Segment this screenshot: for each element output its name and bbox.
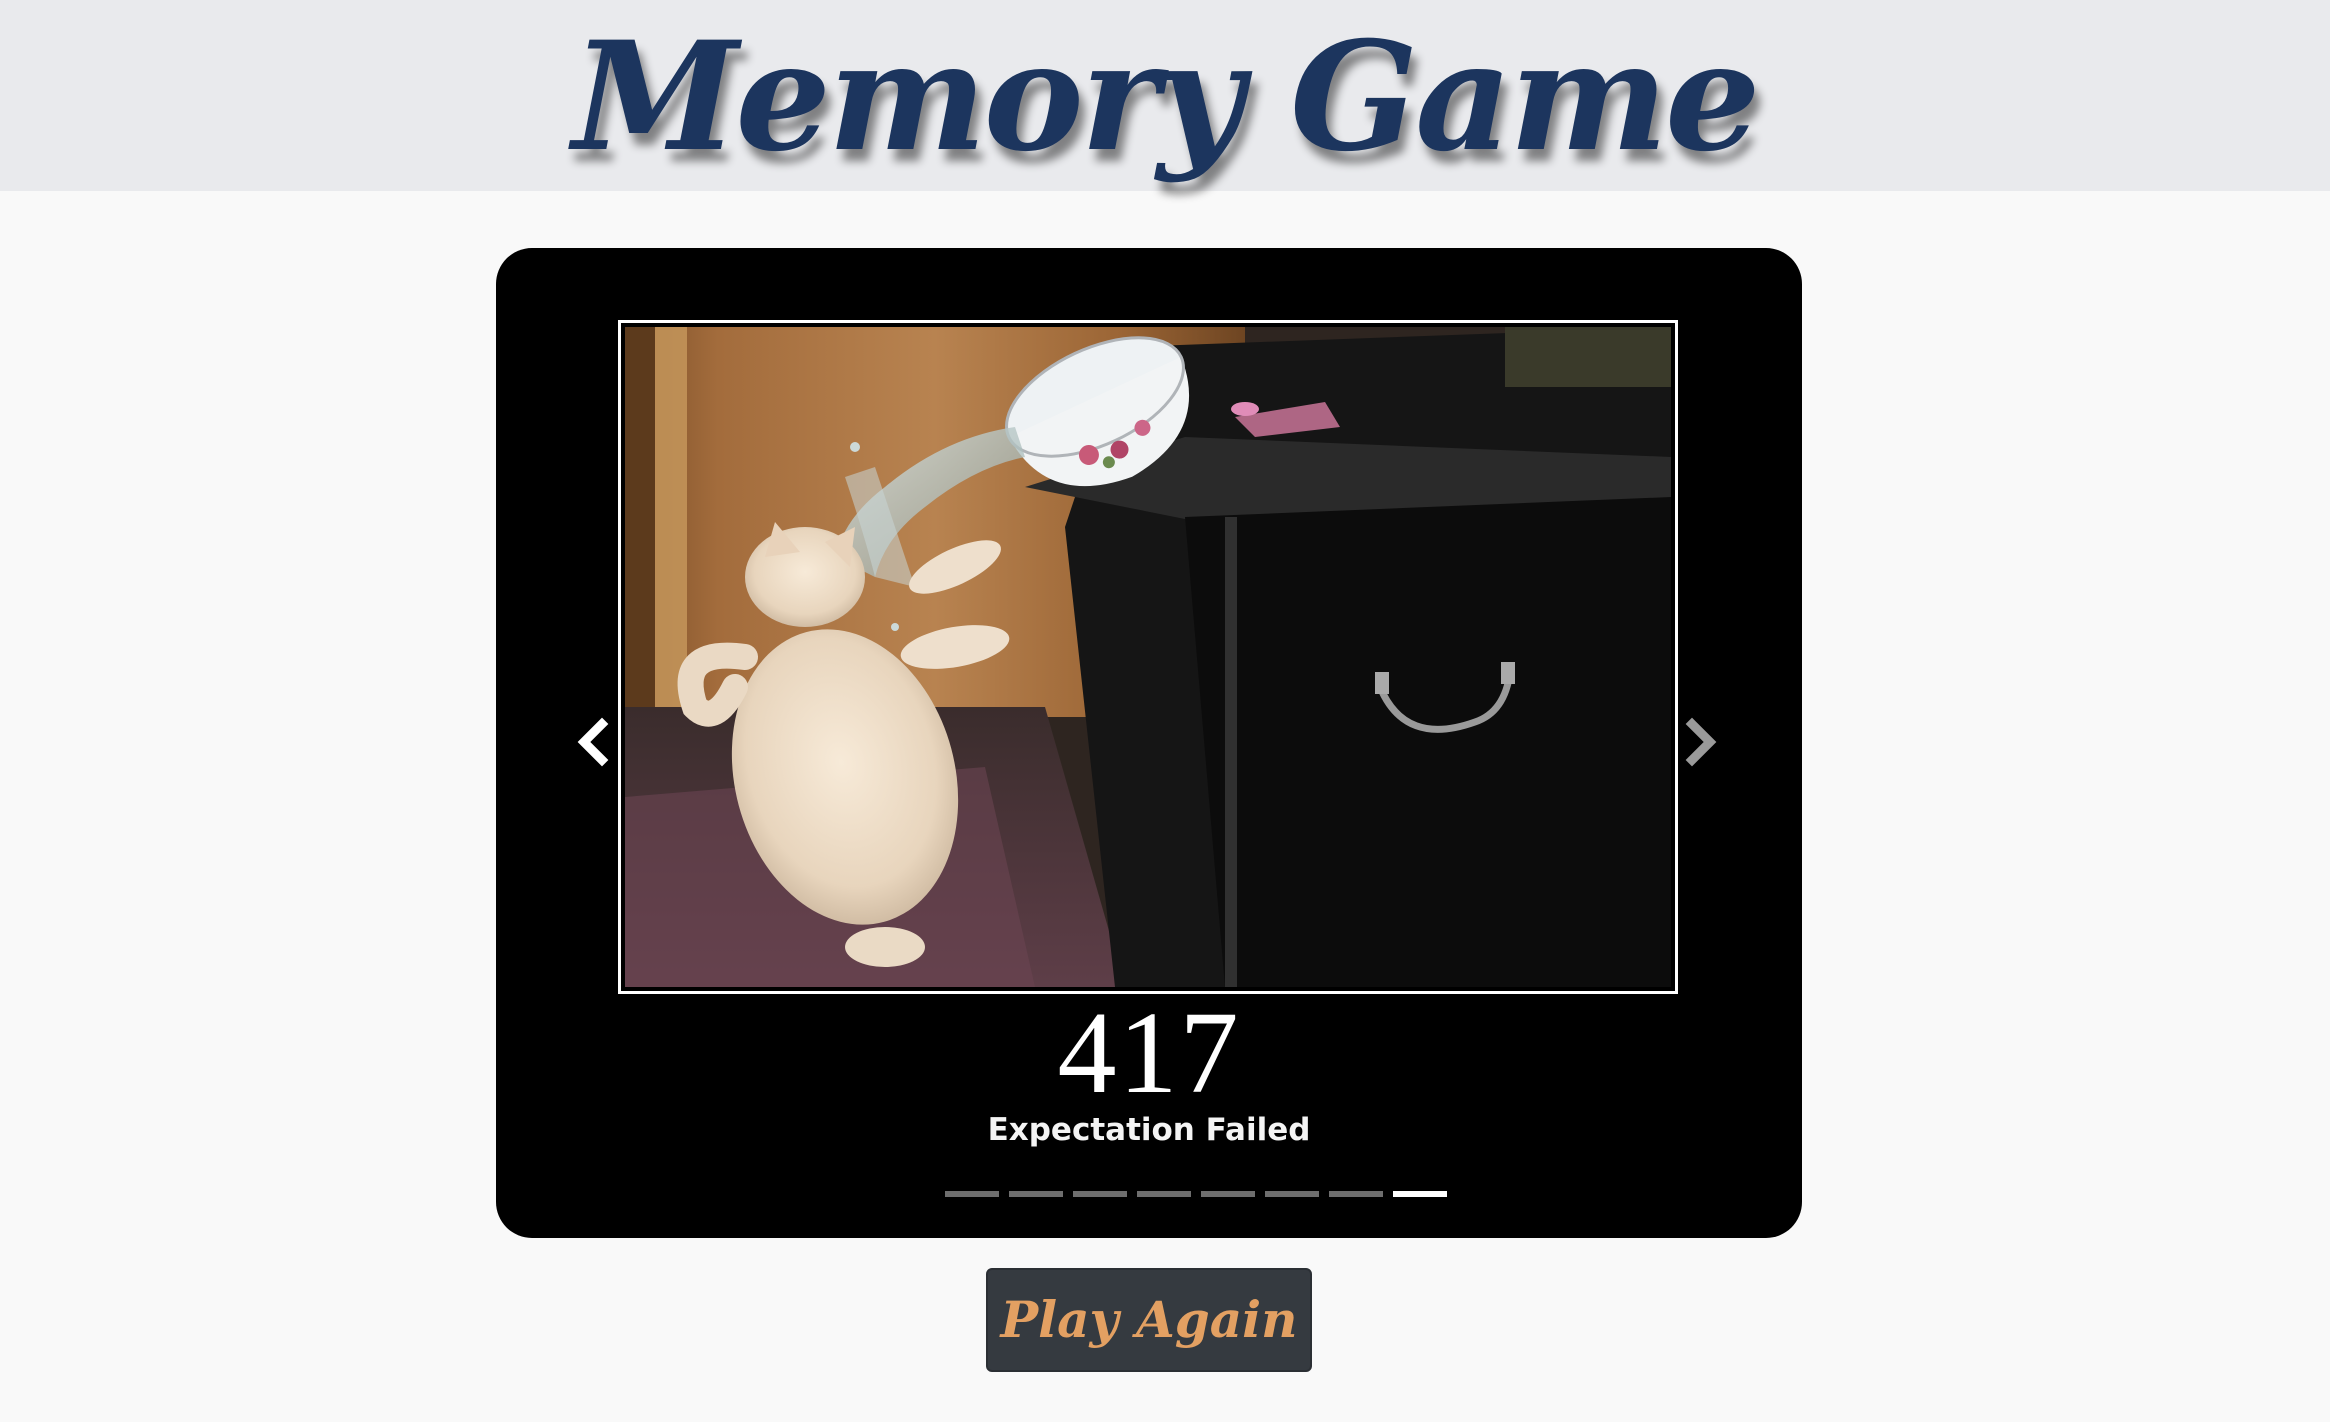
chevron-right-icon bbox=[1685, 717, 1717, 767]
carousel-indicator[interactable] bbox=[1393, 1191, 1447, 1197]
page-title: Memory Game bbox=[572, 9, 1760, 185]
play-again-button[interactable]: Play Again bbox=[986, 1268, 1312, 1372]
slide-caption-code: 417 bbox=[1057, 987, 1241, 1118]
carousel-indicator[interactable] bbox=[1201, 1191, 1255, 1197]
carousel-indicator[interactable] bbox=[1265, 1191, 1319, 1197]
carousel-indicator[interactable] bbox=[1073, 1191, 1127, 1197]
carousel-indicator[interactable] bbox=[1137, 1191, 1191, 1197]
chevron-left-icon bbox=[577, 717, 609, 767]
slide-caption-text: Expectation Failed bbox=[987, 1112, 1311, 1148]
slide-image-frame bbox=[618, 320, 1678, 994]
carousel-next-button[interactable] bbox=[1670, 702, 1730, 782]
image-carousel: 417 Expectation Failed bbox=[496, 248, 1802, 1238]
carousel-indicators bbox=[896, 1185, 1496, 1205]
slide-image bbox=[625, 327, 1671, 987]
carousel-indicator[interactable] bbox=[1329, 1191, 1383, 1197]
carousel-prev-button[interactable] bbox=[564, 702, 624, 782]
header-bar: Memory Game bbox=[0, 0, 2330, 191]
carousel-indicator[interactable] bbox=[945, 1191, 999, 1197]
carousel-indicator[interactable] bbox=[1009, 1191, 1063, 1197]
